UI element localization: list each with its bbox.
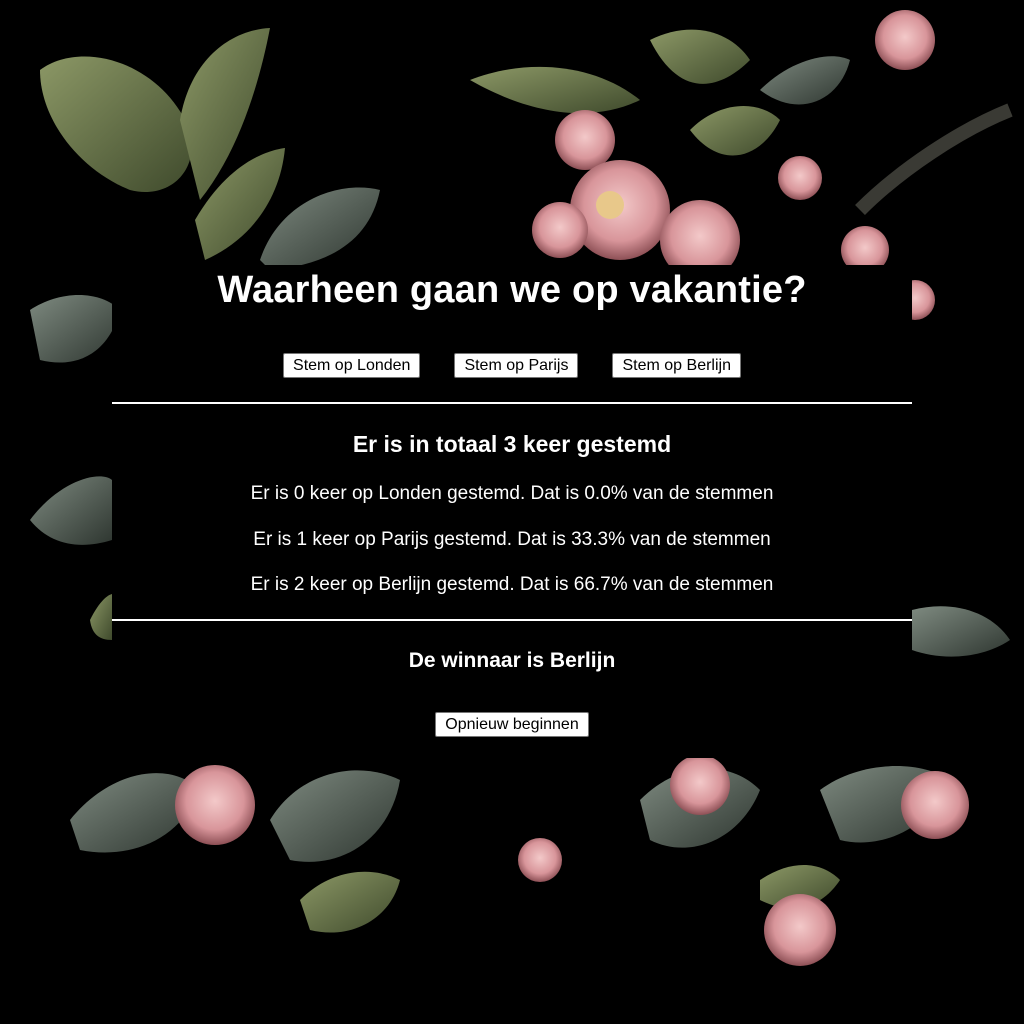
vote-paris-button[interactable]: Stem op Parijs [454, 353, 579, 378]
divider-bottom [112, 619, 912, 621]
total-votes-heading: Er is in totaal 3 keer gestemd [352, 431, 672, 457]
result-london: Er is 0 keer op Londen gestemd. Dat is 0… [250, 483, 774, 504]
result-berlin: Er is 2 keer op Berlijn gestemd. Dat is … [250, 574, 774, 595]
vote-berlin-button[interactable]: Stem op Berlijn [612, 353, 741, 378]
voting-panel: Waarheen gaan we op vakantie? Stem op Lo… [112, 265, 912, 758]
winner-heading: De winnaar is Berlijn [408, 649, 616, 672]
page-title: Waarheen gaan we op vakantie? [217, 269, 807, 311]
restart-button[interactable]: Opnieuw beginnen [435, 712, 589, 737]
vote-london-button[interactable]: Stem op Londen [283, 353, 421, 378]
restart-row: Opnieuw beginnen [112, 712, 912, 737]
result-paris: Er is 1 keer op Parijs gestemd. Dat is 3… [253, 529, 771, 550]
vote-button-row: Stem op Londen Stem op Parijs Stem op Be… [112, 353, 912, 378]
divider-top [112, 402, 912, 404]
